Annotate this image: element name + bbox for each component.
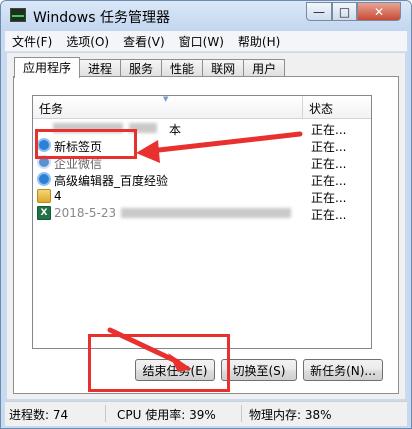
- minimize-button[interactable]: —: [306, 2, 332, 21]
- tab-users[interactable]: 用户: [243, 59, 286, 77]
- folder-icon: [37, 189, 51, 203]
- process-count: 进程数: 74: [9, 408, 69, 422]
- column-header-status[interactable]: 状态: [309, 100, 333, 117]
- close-button[interactable]: ✕: [357, 2, 401, 21]
- list-header: 任务 ▼ 状态: [33, 96, 371, 119]
- tab-strip: 应用程序 进程 服务 性能 联网 用户: [14, 57, 286, 78]
- highlight-box-task: [35, 129, 137, 159]
- tab-services[interactable]: 服务: [120, 59, 163, 77]
- task-row[interactable]: 高级编辑器_百度经验 正在...: [33, 171, 371, 188]
- task-status: 正在...: [311, 174, 347, 188]
- blurred-text: [121, 208, 291, 218]
- task-name: 高级编辑器_百度经验: [54, 174, 169, 188]
- excel-icon: X: [37, 206, 51, 220]
- title-bar: Windows 任务管理器 — □ ✕: [1, 1, 411, 31]
- tab-applications[interactable]: 应用程序: [14, 57, 81, 78]
- status-bar: 进程数: 74 CPU 使用率: 39% 物理内存: 38%: [5, 401, 407, 426]
- menu-file[interactable]: 文件(F): [5, 33, 59, 50]
- task-status: 正在...: [311, 191, 347, 205]
- task-status: 正在...: [311, 208, 347, 222]
- menu-help[interactable]: 帮助(H): [231, 33, 287, 50]
- tab-processes[interactable]: 进程: [79, 59, 122, 77]
- task-name: 4: [54, 189, 62, 203]
- browser-tab-icon: [37, 172, 51, 186]
- task-manager-icon: [10, 8, 26, 22]
- column-header-task[interactable]: 任务: [39, 100, 63, 117]
- menu-options[interactable]: 选项(O): [59, 33, 116, 50]
- sort-arrow-icon: ▼: [163, 95, 169, 103]
- menu-view[interactable]: 查看(V): [116, 33, 172, 50]
- column-divider[interactable]: [302, 96, 303, 118]
- task-row[interactable]: 4 正在...: [33, 188, 371, 205]
- task-name: 2018-5-23: [54, 206, 117, 220]
- tab-networking[interactable]: 联网: [202, 59, 245, 77]
- status-divider: [105, 405, 106, 422]
- new-task-button[interactable]: 新任务(N)...: [303, 359, 383, 381]
- memory-usage: 物理内存: 38%: [249, 408, 332, 422]
- task-status: 正在...: [311, 157, 347, 171]
- switch-to-button[interactable]: 切换至(S): [221, 359, 297, 381]
- status-divider: [241, 405, 242, 422]
- menu-bar: 文件(F) 选项(O) 查看(V) 窗口(W) 帮助(H): [5, 31, 407, 52]
- highlight-box-end-task: [88, 334, 230, 392]
- task-status: 正在...: [311, 123, 347, 137]
- menu-window[interactable]: 窗口(W): [172, 33, 231, 50]
- window-title: Windows 任务管理器: [33, 10, 170, 26]
- cpu-usage: CPU 使用率: 39%: [117, 408, 216, 422]
- task-row[interactable]: X 2018-5-23 正在...: [33, 205, 371, 222]
- tab-performance[interactable]: 性能: [161, 59, 204, 77]
- maximize-button[interactable]: □: [332, 2, 357, 21]
- task-status: 正在...: [311, 140, 347, 154]
- task-name: 本: [169, 123, 182, 137]
